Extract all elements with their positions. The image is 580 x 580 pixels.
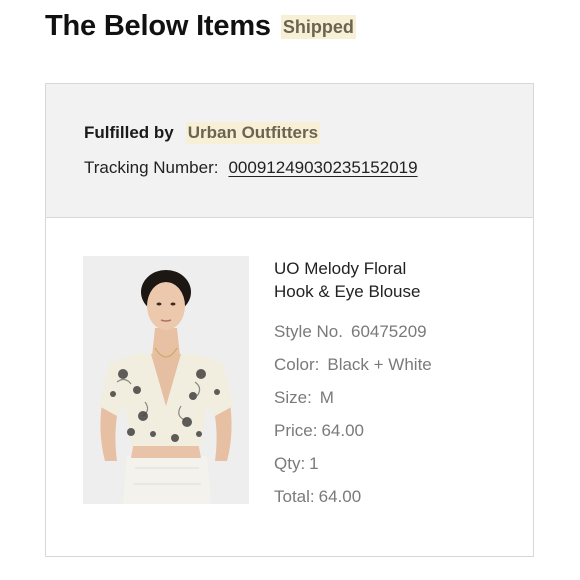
product-title-line2: Hook & Eye Blouse <box>274 282 421 301</box>
product-photo <box>83 256 249 504</box>
fulfilled-by-label: Fulfilled by <box>84 123 174 142</box>
color-row: Color: Black + White <box>274 355 432 375</box>
size-value: M <box>319 388 334 407</box>
total-value: 64.00 <box>318 487 362 506</box>
color-value: Black + White <box>327 355 432 374</box>
fulfillment-header: Fulfilled by Urban Outfitters Tracking N… <box>46 84 533 218</box>
tracking-row: Tracking Number: 00091249030235152019 <box>84 158 418 178</box>
product-image[interactable] <box>83 256 249 504</box>
price-label: Price: <box>274 421 318 440</box>
color-label: Color: <box>274 355 320 374</box>
tracking-label: Tracking Number: <box>84 158 219 177</box>
tracking-number-link[interactable]: 00091249030235152019 <box>228 158 417 178</box>
style-label: Style No. <box>274 322 343 341</box>
product-title[interactable]: UO Melody Floral Hook & Eye Blouse <box>274 257 420 303</box>
status-badge: Shipped <box>280 15 356 39</box>
qty-row: Qty: 1 <box>274 454 319 474</box>
vendor-badge: Urban Outfitters <box>185 122 321 144</box>
page-title: The Below Items <box>45 10 271 42</box>
order-page: The Below Items Shipped Fulfilled by Urb… <box>0 0 580 580</box>
total-label: Total: <box>274 487 315 506</box>
total-row: Total: 64.00 <box>274 487 361 507</box>
style-value: 60475209 <box>350 322 427 341</box>
qty-label: Qty: <box>274 454 306 473</box>
size-label: Size: <box>274 388 312 407</box>
shipment-card: Fulfilled by Urban Outfitters Tracking N… <box>45 83 534 557</box>
style-number-row: Style No. 60475209 <box>274 322 427 342</box>
price-row: Price: 64.00 <box>274 421 364 441</box>
fulfilled-by-row: Fulfilled by Urban Outfitters <box>84 122 321 144</box>
size-row: Size: M <box>274 388 334 408</box>
qty-value: 1 <box>309 454 319 473</box>
price-value: 64.00 <box>321 421 365 440</box>
product-title-line1: UO Melody Floral <box>274 259 407 278</box>
page-heading: The Below Items Shipped <box>45 10 356 43</box>
